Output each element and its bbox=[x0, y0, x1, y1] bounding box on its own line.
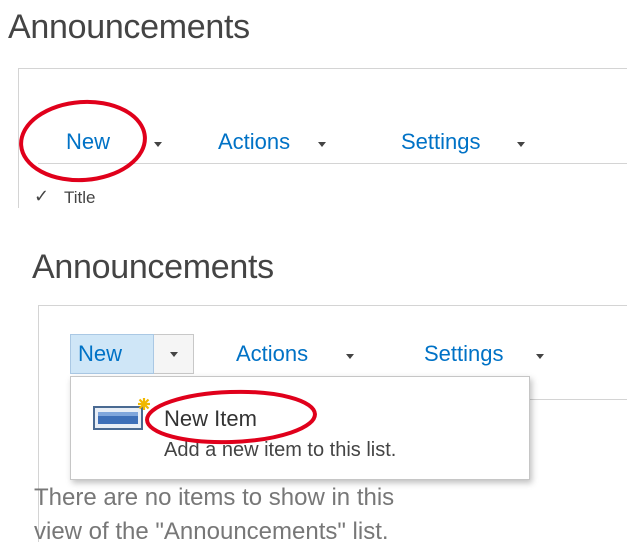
page-title: Announcements bbox=[8, 8, 250, 46]
new-item-menu-item[interactable]: New Item bbox=[164, 406, 257, 432]
new-item-icon[interactable] bbox=[92, 395, 154, 438]
chevron-down-icon[interactable] bbox=[154, 142, 162, 147]
divider bbox=[38, 163, 627, 164]
chevron-down-icon[interactable] bbox=[346, 354, 354, 359]
column-header-title[interactable]: Title bbox=[64, 188, 96, 208]
check-icon[interactable]: ✓ bbox=[34, 186, 49, 207]
new-button[interactable]: New bbox=[66, 129, 110, 155]
divider bbox=[530, 399, 627, 400]
panel-crop-edge bbox=[0, 208, 627, 218]
new-item-description: Add a new item to this list. bbox=[164, 439, 397, 461]
empty-list-message: There are no items to show in this bbox=[34, 484, 395, 511]
actions-menu[interactable]: Actions bbox=[218, 129, 290, 155]
settings-menu[interactable]: Settings bbox=[424, 341, 504, 367]
new-button-label: New bbox=[78, 341, 123, 366]
chevron-down-icon bbox=[170, 352, 178, 357]
chevron-down-icon[interactable] bbox=[536, 354, 544, 359]
chevron-down-icon[interactable] bbox=[517, 142, 525, 147]
chevron-down-icon[interactable] bbox=[318, 142, 326, 147]
settings-menu[interactable]: Settings bbox=[401, 129, 481, 155]
actions-menu[interactable]: Actions bbox=[236, 341, 308, 367]
page-title: Announcements bbox=[32, 248, 274, 286]
